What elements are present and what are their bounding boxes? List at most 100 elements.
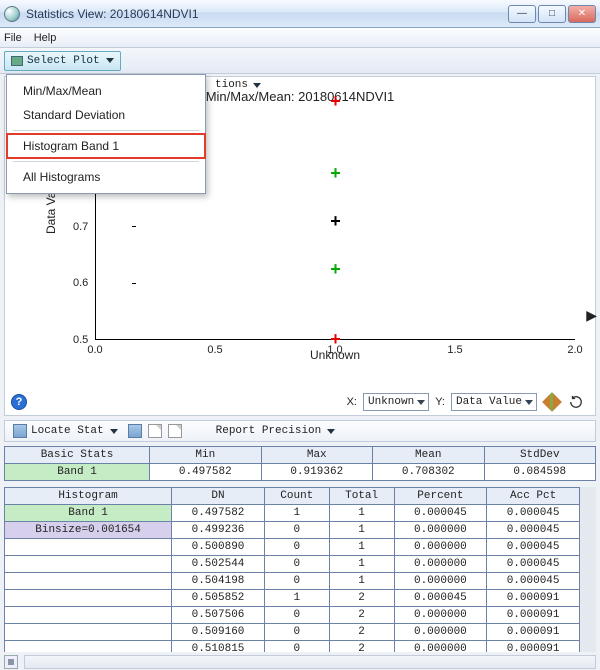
cell: 0.000000 — [394, 556, 487, 573]
y-axis-select-value: Data Value — [456, 396, 522, 408]
hist-header: DN — [172, 488, 265, 505]
locate-stat-button[interactable]: Locate Stat — [9, 424, 122, 438]
dropdown-item-histogram-band1[interactable]: Histogram Band 1 — [7, 134, 205, 158]
dropdown-item-minmaxmean[interactable]: Min/Max/Mean — [7, 79, 205, 103]
window-minimize-button[interactable]: — — [508, 5, 536, 23]
dropdown-separator — [13, 161, 199, 162]
ytick: 0.5 — [73, 334, 88, 346]
table-row[interactable]: 0.500890010.0000000.000045 — [5, 539, 580, 556]
plot-options-label: tions — [215, 79, 248, 91]
edit-button[interactable] — [543, 393, 561, 411]
chevron-down-icon — [253, 83, 261, 88]
window-close-button[interactable]: ✕ — [568, 5, 596, 23]
cell: 0.000045 — [394, 505, 487, 522]
cell: 0.505852 — [172, 590, 265, 607]
vertical-scrollbar[interactable] — [580, 487, 596, 634]
stats-header: Min — [150, 447, 261, 464]
menu-file[interactable]: File — [4, 32, 22, 44]
cell: 2 — [329, 590, 394, 607]
cell: 0.507506 — [172, 607, 265, 624]
row-label — [5, 556, 172, 573]
app-icon — [4, 6, 20, 22]
cell: 0.708302 — [373, 464, 484, 481]
cell: 0.497582 — [172, 505, 265, 522]
row-label — [5, 539, 172, 556]
cell: 0 — [264, 607, 329, 624]
row-label: Binsize=0.001654 — [5, 522, 172, 539]
cell: 0.000091 — [487, 607, 580, 624]
hist-header: Total — [329, 488, 394, 505]
table-row[interactable]: Band 10.497582110.0000450.000045 — [5, 505, 580, 522]
stats-header: StdDev — [484, 447, 596, 464]
chevron-down-icon — [525, 400, 533, 405]
window-title: Statistics View: 20180614NDVI1 — [26, 7, 508, 21]
refresh-button[interactable] — [567, 393, 585, 411]
report-precision-button[interactable]: Report Precision — [212, 425, 340, 437]
stop-button[interactable] — [4, 655, 18, 669]
cell: 0 — [264, 556, 329, 573]
cell: 0.499236 — [172, 522, 265, 539]
horizontal-scrollbar[interactable] — [24, 655, 596, 669]
cell: 0.000045 — [394, 590, 487, 607]
cell: 0.000045 — [487, 539, 580, 556]
hist-header: Percent — [394, 488, 487, 505]
marker-mean: + — [327, 212, 345, 230]
window-maximize-button[interactable]: □ — [538, 5, 566, 23]
row-label — [5, 624, 172, 641]
cell: 0.497582 — [150, 464, 261, 481]
chart-footer: ? X: Unknown Y: Data Value — [11, 393, 585, 411]
chevron-down-icon — [417, 400, 425, 405]
x-axis-label: Unknown — [95, 348, 575, 362]
table-row[interactable]: 0.510815020.0000000.000091 — [5, 641, 580, 653]
select-plot-label: Select Plot — [27, 55, 100, 67]
table-row[interactable]: Binsize=0.0016540.499236010.0000000.0000… — [5, 522, 580, 539]
chevron-down-icon — [327, 429, 335, 434]
dropdown-item-all-histograms[interactable]: All Histograms — [7, 165, 205, 189]
hist-header: Histogram — [5, 488, 172, 505]
pencil-icon — [542, 392, 562, 412]
cell: 0.000045 — [487, 505, 580, 522]
help-icon[interactable]: ? — [11, 394, 27, 410]
table-row[interactable]: 0.509160020.0000000.000091 — [5, 624, 580, 641]
row-label — [5, 641, 172, 653]
y-axis-select[interactable]: Data Value — [451, 393, 537, 411]
table-row[interactable]: 0.505852120.0000450.000091 — [5, 590, 580, 607]
histogram-table: HistogramDNCountTotalPercentAcc Pct Band… — [4, 487, 580, 652]
select-plot-button[interactable]: Select Plot — [4, 51, 121, 71]
ytick: 0.6 — [73, 277, 88, 289]
stats-header: Basic Stats — [5, 447, 150, 464]
cell: 0.504198 — [172, 573, 265, 590]
grid-icon[interactable] — [128, 424, 142, 438]
cell: 0.000091 — [487, 590, 580, 607]
cell: 0 — [264, 624, 329, 641]
cell: 0.000091 — [487, 641, 580, 653]
cell: 0 — [264, 522, 329, 539]
menu-help[interactable]: Help — [34, 32, 57, 44]
table-row[interactable]: Band 10.4975820.9193620.7083020.084598 — [5, 464, 596, 481]
export-icon[interactable] — [168, 424, 182, 438]
table-row[interactable]: 0.507506020.0000000.000091 — [5, 607, 580, 624]
toolbar: Select Plot — [0, 48, 600, 74]
pane-expand-icon[interactable]: ▶ — [586, 307, 597, 324]
table-row[interactable]: 0.502544010.0000000.000045 — [5, 556, 580, 573]
dropdown-separator — [13, 130, 199, 131]
cell: 0.502544 — [172, 556, 265, 573]
dropdown-item-stddev[interactable]: Standard Deviation — [7, 103, 205, 127]
row-label — [5, 607, 172, 624]
cell: 2 — [329, 607, 394, 624]
table-row[interactable]: 0.504198010.0000000.000045 — [5, 573, 580, 590]
plot-options-button[interactable]: tions — [211, 77, 265, 93]
cell: 0.000000 — [394, 522, 487, 539]
stats-toolbar: Locate Stat Report Precision — [4, 420, 596, 442]
scrollbar-thumb[interactable] — [583, 490, 593, 518]
x-axis-select[interactable]: Unknown — [363, 393, 429, 411]
cell: 2 — [329, 624, 394, 641]
cell: 0.084598 — [484, 464, 596, 481]
cell: 0.509160 — [172, 624, 265, 641]
basic-stats-table: Basic StatsMinMaxMeanStdDev Band 10.4975… — [4, 446, 596, 481]
cell: 0.500890 — [172, 539, 265, 556]
stats-tables: Basic StatsMinMaxMeanStdDev Band 10.4975… — [4, 446, 596, 652]
chevron-down-icon — [110, 429, 118, 434]
copy-icon[interactable] — [148, 424, 162, 438]
cell: 1 — [329, 505, 394, 522]
